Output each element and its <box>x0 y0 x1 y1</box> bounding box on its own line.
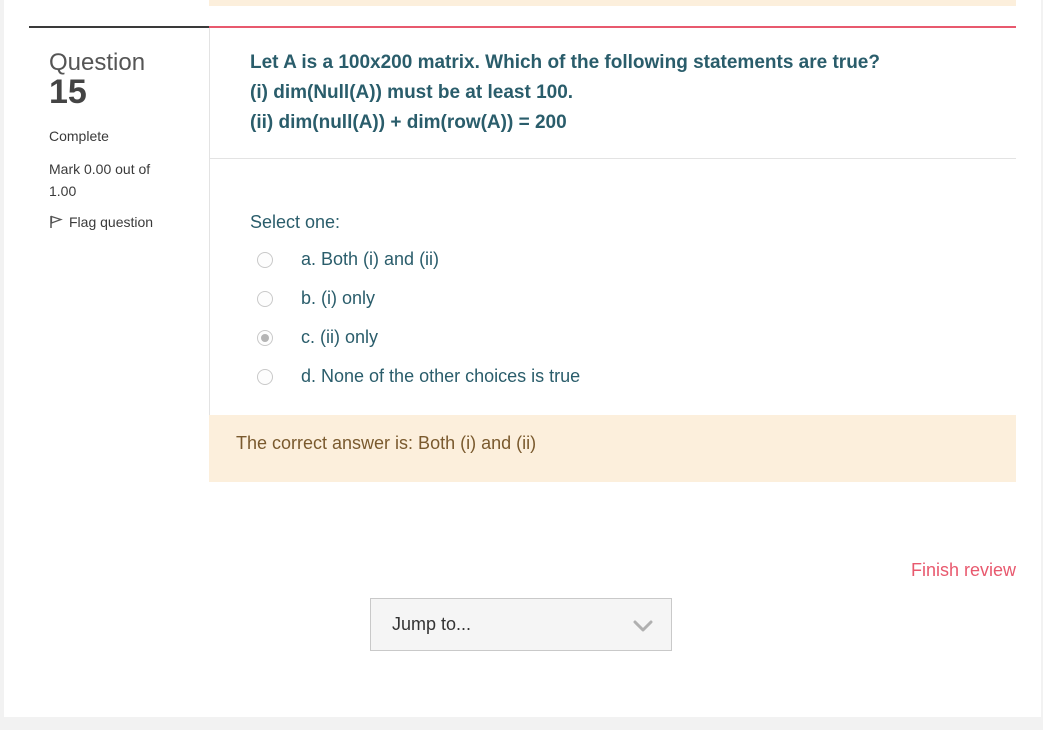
flag-question-label: Flag question <box>69 214 154 230</box>
answer-label-a: a. Both (i) and (ii) <box>301 249 440 269</box>
feedback-panel: The correct answer is: Both (i) and (ii) <box>209 415 1016 482</box>
flag-icon <box>50 215 63 228</box>
quiz-review-page: Question 15 Complete Mark 0.00 out of 1.… <box>4 0 1041 717</box>
jump-to-label: Jump to... <box>392 614 472 634</box>
question-info: Question 15 Complete Mark 0.00 out of 1.… <box>49 48 199 230</box>
question-divider <box>210 158 1016 159</box>
right-answer-text: The correct answer is: Both (i) and (ii) <box>236 433 537 453</box>
radio-button-c[interactable] <box>257 329 273 346</box>
jump-to-select[interactable]: Jump to... <box>370 598 672 651</box>
answer-label-c: c. (ii) only <box>301 327 379 347</box>
question-text: Let A is a 100x200 matrix. Which of the … <box>250 48 1010 138</box>
finish-review-link[interactable]: Finish review <box>911 560 1016 581</box>
question-number: 15 <box>49 73 87 111</box>
question-state: Complete <box>49 128 109 144</box>
answer-option-c[interactable]: c. (ii) only <box>257 318 378 357</box>
answer-option-d[interactable]: d. None of the other choices is true <box>257 357 580 396</box>
radio-button-a[interactable] <box>257 251 273 268</box>
question-top-border <box>209 26 1016 28</box>
flag-question-link[interactable]: Flag question <box>49 214 199 230</box>
question-line-1: Let A is a 100x200 matrix. Which of the … <box>250 52 880 73</box>
question-line-3: (ii) dim(null(A)) + dim(row(A)) = 200 <box>250 112 567 133</box>
info-divider <box>29 26 209 28</box>
radio-button-d[interactable] <box>257 368 273 385</box>
content-left-border <box>209 28 210 415</box>
question-line-2: (i) dim(Null(A)) must be at least 100. <box>250 82 574 103</box>
answer-label-b: b. (i) only <box>301 288 376 308</box>
answer-label-d: d. None of the other choices is true <box>301 366 581 386</box>
question-grade: Mark 0.00 out of 1.00 <box>49 161 151 199</box>
answer-prompt: Select one: <box>250 212 341 232</box>
answer-option-a[interactable]: a. Both (i) and (ii) <box>257 240 439 279</box>
radio-button-b[interactable] <box>257 290 273 307</box>
answer-option-b[interactable]: b. (i) only <box>257 279 375 318</box>
chevron-down-icon <box>633 620 653 632</box>
answer-list: a. Both (i) and (ii) b. (i) only c. (ii)… <box>257 240 580 396</box>
previous-feedback-strip <box>209 0 1016 6</box>
